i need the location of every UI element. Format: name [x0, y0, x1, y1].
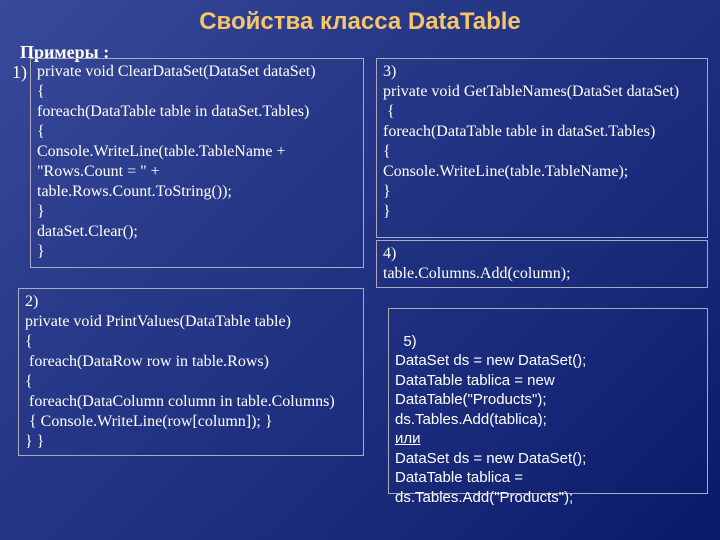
code-box-3: 3) private void GetTableNames(DataSet da… [376, 58, 708, 238]
code-box-4: 4) table.Columns.Add(column); [376, 240, 708, 288]
code-box-1: private void ClearDataSet(DataSet dataSe… [30, 58, 364, 268]
code-box-5-post: DataSet ds = new DataSet(); DataTable ta… [395, 450, 586, 506]
slide-title: Свойства класса DataTable [0, 8, 720, 36]
code-box-5-or: или [395, 430, 421, 447]
code-box-5: 5) DataSet ds = new DataSet(); DataTable… [388, 308, 708, 494]
example-marker-1: 1) [12, 62, 27, 83]
code-box-2: 2) private void PrintValues(DataTable ta… [18, 288, 364, 456]
code-box-5-pre: 5) DataSet ds = new DataSet(); DataTable… [395, 333, 586, 428]
